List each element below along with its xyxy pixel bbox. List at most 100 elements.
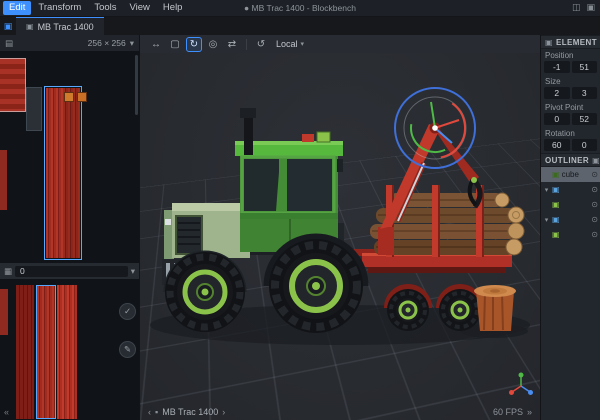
chevron-down-icon[interactable]: ▾ [543,216,550,224]
texture-sliver [0,289,8,335]
app-logo-icon[interactable]: ▣ [0,17,16,35]
visibility-icon[interactable]: ⊙ [591,185,598,194]
chevron-down-icon[interactable]: ▾ [130,38,134,49]
outliner-panel-header[interactable]: OUTLINER ▣ ◇ + [541,153,600,167]
size-label: Size [545,77,561,86]
uv-selection-box[interactable] [44,86,82,260]
layout-icon[interactable]: ▣ [586,2,595,13]
prev-model-icon[interactable]: ‹ [148,407,151,417]
uv-handle-2[interactable] [77,92,87,102]
menu-tools[interactable]: Tools [88,1,122,15]
pivot-y-field[interactable]: 52 [571,113,597,125]
uv-editor-canvas[interactable] [0,51,139,263]
rotation-x-field[interactable]: 60 [544,139,570,151]
uv-controls: ▦ 0 ▾ [0,263,139,279]
menu-edit[interactable]: Edit [3,1,32,15]
texture-icon[interactable]: ▤ [5,38,13,49]
outliner-item-cube[interactable]: ▣ ⊙ [541,197,600,212]
keybinds-icon[interactable]: ◫ [572,2,581,13]
position-group: Position -1 51 [541,49,600,73]
toolbar-divider [246,38,247,50]
pivot-label: Pivot Point [545,103,584,112]
outliner-item-group[interactable]: ▾ ▣ ⊙ [541,182,600,197]
pivot-tool-button[interactable]: ◎ [205,37,221,52]
outliner-item-label: cube [561,170,579,179]
pivot-x-field[interactable]: 0 [544,113,570,125]
outliner-item-cube[interactable]: ▣ ⊙ [541,227,600,242]
uv-scrollbar[interactable] [135,55,138,115]
right-sidebar: ▣ ELEMENT Position -1 51 Size 2 3 Pivot … [540,35,600,420]
uv-island-sliver [0,150,7,210]
tab-bar: ▣ ▣ MB Trac 1400 [0,17,600,35]
viewport-statusbar: ‹ ▪ MB Trac 1400 › 60 FPS » [140,404,540,420]
move-tool-button[interactable]: ↔ [148,37,164,52]
position-label: Position [545,51,574,60]
confirm-button[interactable]: ✓ [119,303,136,320]
grid-icon[interactable]: ▦ [4,266,12,277]
group-icon: ▣ [552,215,560,224]
model-icon: ▣ [26,22,34,31]
uv-island-red [0,58,26,112]
uv-toolbar: ▤ 256 × 256 ▾ [0,35,139,51]
rotate-tool-button[interactable]: ↻ [186,36,202,52]
viewport-toolbar: ↔ ▢ ↻ ◎ ⇄ ↺ Local ▾ [140,35,540,53]
chevron-down-icon: ▾ [300,41,305,48]
group-icon: ▣ [552,185,560,194]
size-x-field[interactable]: 2 [544,87,570,99]
mirror-tool-button[interactable]: ⇄ [224,37,240,52]
uv-island-gray [26,87,42,131]
element-panel-title: ELEMENT [555,37,597,47]
cube-icon: ▣ [552,170,560,179]
collapse-right-icon[interactable]: » [527,407,532,417]
next-model-icon[interactable]: › [222,407,225,417]
fps-counter: 60 FPS [492,407,523,417]
rotation-y-field[interactable]: 0 [571,139,597,151]
viewport-canvas[interactable]: ‹ ▪ MB Trac 1400 › 60 FPS » [140,53,540,420]
menu-help[interactable]: Help [157,1,189,15]
menu-view[interactable]: View [124,1,156,15]
uv-panel: ▤ 256 × 256 ▾ ▦ 0 ▾ « ✓ ✎ [0,35,140,420]
position-y-field[interactable]: 51 [571,61,597,73]
cube-icon: ▣ [552,230,560,239]
visibility-icon[interactable]: ⊙ [591,230,598,239]
outliner-item-cube[interactable]: ▣ cube ⊙ [541,167,600,182]
element-icon: ▣ [545,37,553,47]
blockbench-window: Edit Transform Tools View Help ● MB Trac… [0,0,600,420]
statusbar-model-name[interactable]: MB Trac 1400 [162,407,218,417]
size-y-field[interactable]: 3 [571,87,597,99]
position-x-field[interactable]: -1 [544,61,570,73]
resize-tool-button[interactable]: ▢ [167,37,183,52]
element-panel-header[interactable]: ▣ ELEMENT [541,35,600,49]
window-title: ● MB Trac 1400 - Blockbench [244,3,356,13]
tree-stump [474,285,516,331]
menu-transform[interactable]: Transform [32,1,87,15]
outliner-panel-title: OUTLINER [545,155,590,165]
viewport: ↔ ▢ ↻ ◎ ⇄ ↺ Local ▾ ‹ ▪ MB Trac 1400 › 6… [140,35,540,420]
texture-strip-bright [57,285,77,419]
visibility-icon[interactable]: ⊙ [591,200,598,209]
pivot-group: Pivot Point 0 52 [541,101,600,125]
chevron-down-icon[interactable]: ▾ [131,266,135,277]
visibility-icon[interactable]: ⊙ [591,170,598,179]
rotation-gizmo[interactable] [393,86,477,170]
chevron-down-icon[interactable]: ▾ [543,186,550,194]
texture-size-label: 256 × 256 [87,38,126,48]
cube-icon: ▣ [552,200,560,209]
transform-space-dropdown[interactable]: Local ▾ [272,39,308,49]
visibility-icon[interactable]: ⊙ [591,215,598,224]
texture-strip-selected [36,285,56,419]
menubar: Edit Transform Tools View Help ● MB Trac… [0,0,600,17]
rotation-group: Rotation 60 0 [541,127,600,151]
texture-strip-dark [16,285,34,419]
outliner-item-group[interactable]: ▾ ▣ ⊙ [541,212,600,227]
tab-mb-trac-1400[interactable]: ▣ MB Trac 1400 [16,17,104,35]
collapse-left-icon[interactable]: « [4,407,9,417]
reset-camera-button[interactable]: ↺ [253,37,269,52]
axis-orientation-widget [508,371,534,402]
uv-handle-1[interactable] [64,92,74,102]
add-cube-icon[interactable]: ▣ [592,156,600,165]
uv-offset-input[interactable]: 0 [15,265,128,277]
model-mb-trac-1400[interactable] [140,53,540,420]
space-label: Local [276,39,298,49]
edit-button[interactable]: ✎ [119,341,136,358]
